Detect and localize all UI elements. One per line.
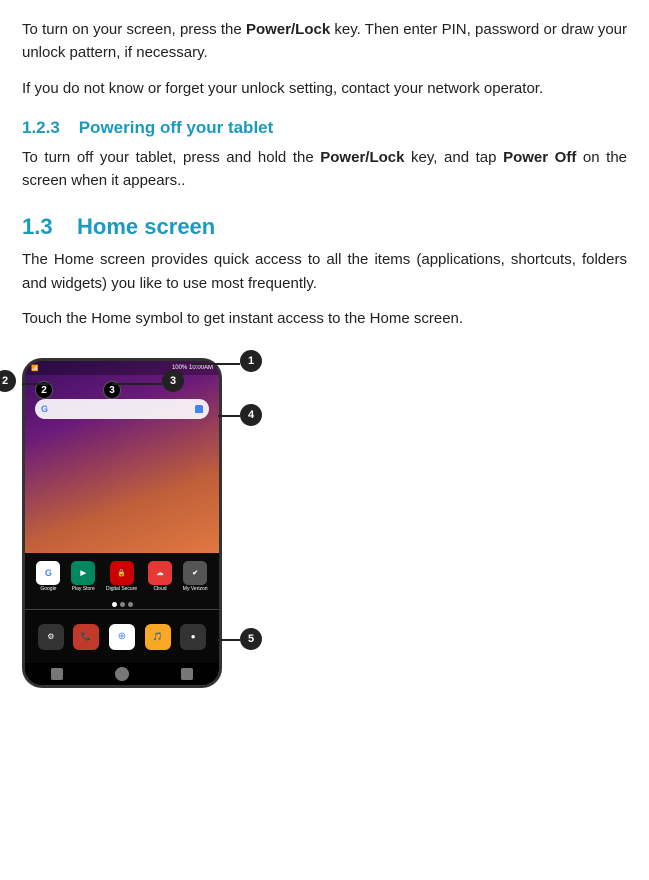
dock-chrome: ⊕ <box>109 624 135 650</box>
section-heading-1-2-3: 1.2.3 Powering off your tablet <box>22 118 627 138</box>
nav-recent <box>181 668 193 680</box>
mic-icon <box>195 405 203 413</box>
playstore-icon: ▶ <box>71 561 95 585</box>
phone-mockup: 📶 100% 10:00AM 2 3 G G Google <box>22 358 312 738</box>
callout-line-3 <box>112 383 162 385</box>
search-bar: G <box>35 399 209 419</box>
digital-secure-label: Digital Secure <box>106 586 137 592</box>
dots-pagination <box>25 599 219 609</box>
nav-bar <box>25 663 219 685</box>
nav-back <box>51 668 63 680</box>
paragraph-2: If you do not know or forget your unlock… <box>22 77 627 100</box>
phone-device: 📶 100% 10:00AM 2 3 G G Google <box>22 358 222 688</box>
playstore-label: Play Store <box>72 586 95 592</box>
paragraph-5: Touch the Home symbol to get instant acc… <box>22 307 627 330</box>
google-icon: G <box>36 561 60 585</box>
dot-1 <box>112 602 117 607</box>
callout-3: 3 <box>162 370 184 392</box>
bold-powerlock-2: Power/Lock <box>320 149 404 166</box>
cloud-label: Cloud <box>153 586 166 592</box>
app-digital-secure: 🔒 Digital Secure <box>106 561 137 592</box>
status-bar-left: 📶 <box>31 365 169 372</box>
callout-1: 1 <box>240 350 262 372</box>
dot-2 <box>120 602 125 607</box>
dock-phone: 📞 <box>73 624 99 650</box>
paragraph-4: The Home screen provides quick access to… <box>22 248 627 295</box>
section-title-1-3: Home screen <box>77 214 215 239</box>
section-heading-1-3: 1.3 Home screen <box>22 214 627 240</box>
dot-3 <box>128 602 133 607</box>
callout-4: 4 <box>240 404 262 426</box>
app-row: G Google ▶ Play Store 🔒 Digital Secure ☁… <box>25 553 219 599</box>
phone-screen: 📶 100% 10:00AM 2 3 G <box>25 361 219 553</box>
section-num-1-3: 1.3 <box>22 214 53 239</box>
dock-settings: ⚙ <box>38 624 64 650</box>
digital-secure-icon: 🔒 <box>110 561 134 585</box>
callout-5: 5 <box>240 628 262 650</box>
app-cloud: ☁ Cloud <box>148 561 172 592</box>
my-verizon-label: My Verizon <box>183 586 208 592</box>
callout-line-1 <box>192 363 240 365</box>
status-text: 100% 10:00AM <box>172 365 213 371</box>
google-g: G <box>41 404 48 414</box>
bold-poweroff: Power Off <box>503 149 576 166</box>
callout-2: 2 <box>0 370 16 392</box>
section-title-1-2-3: Powering off your tablet <box>79 118 274 137</box>
signal-icon: 📶 <box>31 365 38 372</box>
paragraph-3: To turn off your tablet, press and hold … <box>22 146 627 193</box>
status-bar: 📶 100% 10:00AM <box>25 361 219 375</box>
my-verizon-icon: ✔ <box>183 561 207 585</box>
dock-music: 🎵 <box>145 624 171 650</box>
dock-more: ● <box>180 624 206 650</box>
nav-home <box>115 667 129 681</box>
callout-line-2 <box>22 383 50 385</box>
dock-area: ⚙ 📞 ⊕ 🎵 ● <box>25 609 219 663</box>
callout-line-5 <box>218 639 240 641</box>
paragraph-1: To turn on your screen, press the Power/… <box>22 18 627 65</box>
app-google: G Google <box>36 561 60 592</box>
bold-powerlock-1: Power/Lock <box>246 21 330 38</box>
app-playstore: ▶ Play Store <box>71 561 95 592</box>
google-label: Google <box>40 586 56 592</box>
cloud-icon: ☁ <box>148 561 172 585</box>
app-my-verizon: ✔ My Verizon <box>183 561 208 592</box>
section-num-1-2-3: 1.2.3 <box>22 118 60 137</box>
phone-container: 📶 100% 10:00AM 2 3 G G Google <box>22 358 312 738</box>
callout-line-4 <box>218 415 240 417</box>
